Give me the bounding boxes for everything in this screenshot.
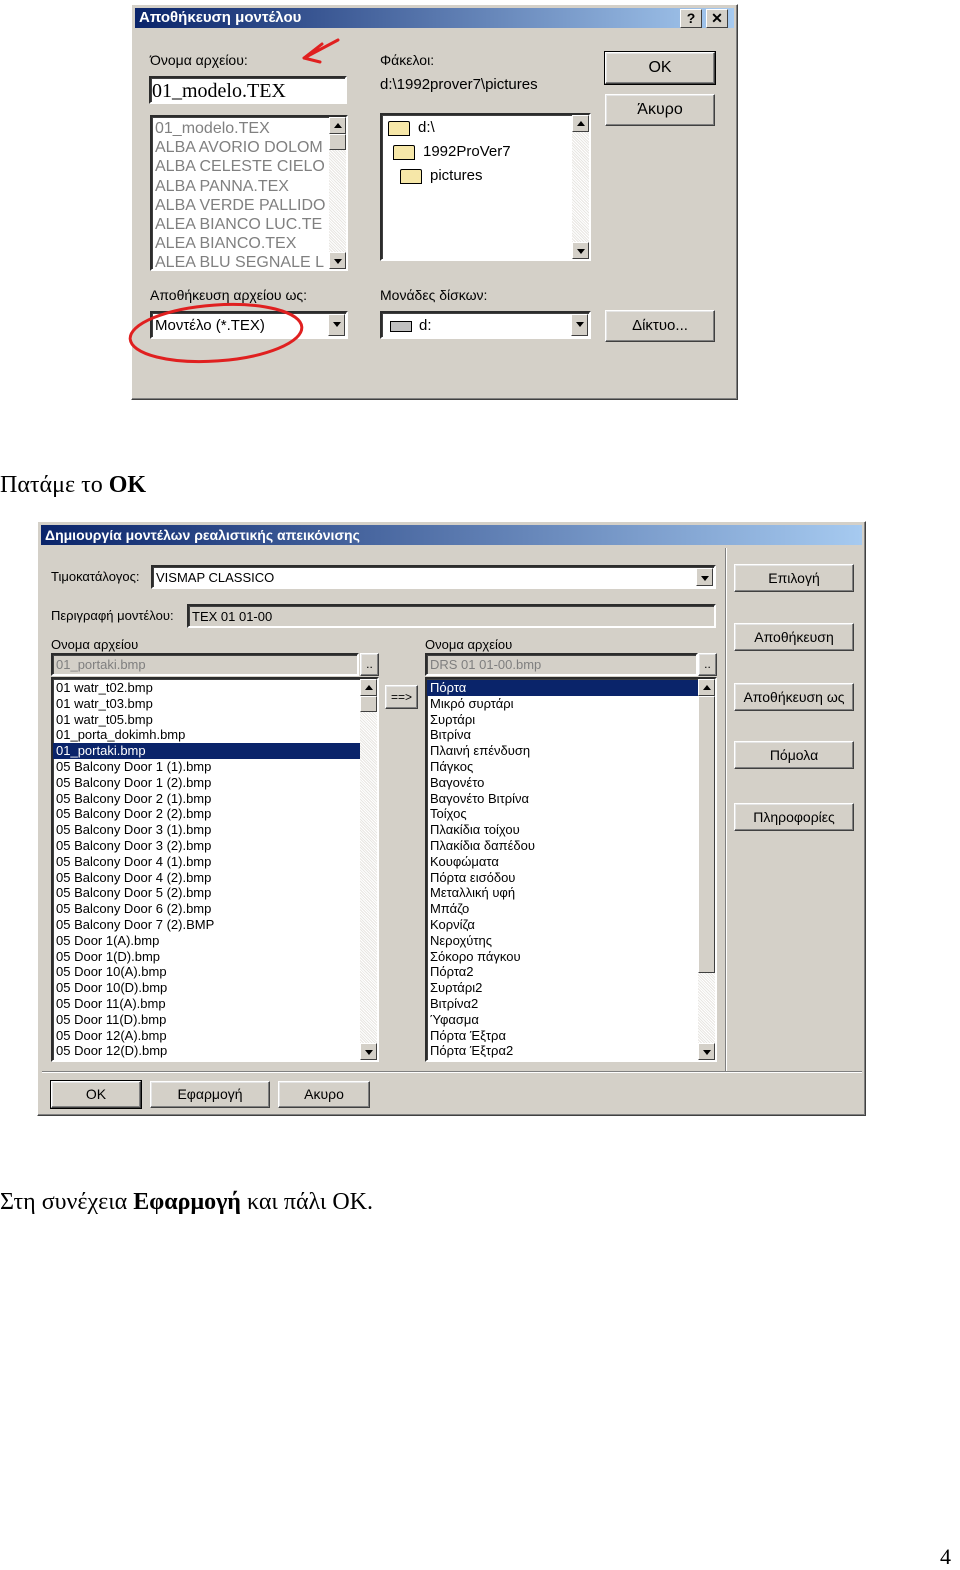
cancel-button[interactable]: Ακυρο — [278, 1081, 370, 1108]
list-item[interactable]: Πλακίδια τοίχου — [427, 822, 715, 838]
caption-text: Στη συνέχεια — [0, 1189, 134, 1215]
list-item[interactable]: 05 Door 10(D).bmp — [53, 980, 377, 996]
scroll-up-button[interactable] — [360, 679, 377, 696]
list-item[interactable]: Νεροχύτης — [427, 933, 715, 949]
left-file-list[interactable]: 01 watr_t02.bmp 01 watr_t03.bmp 01 watr_t0… — [51, 677, 379, 1062]
list-item[interactable]: 05 Balcony Door 4 (2).bmp — [53, 870, 377, 886]
caption-text: Πατάμε το — [0, 472, 109, 498]
list-item[interactable]: 05 Door 1(A).bmp — [53, 933, 377, 949]
list-item[interactable]: 05 Balcony Door 4 (1).bmp — [53, 854, 377, 870]
scroll-thumb[interactable] — [360, 696, 377, 712]
save-button[interactable]: Αποθήκευση — [734, 623, 854, 651]
list-item[interactable]: Πόρτα εισόδου — [427, 870, 715, 886]
list-item[interactable]: 01_portaki.bmp — [53, 743, 377, 759]
list-item[interactable]: Πλακίδια δαπέδου — [427, 838, 715, 854]
list-item[interactable]: Συρτάρι2 — [427, 980, 715, 996]
right-browse-button[interactable]: .. — [698, 653, 717, 676]
list-item[interactable]: Βιτρίνα — [427, 727, 715, 743]
caption-bold-text: OK — [108, 472, 147, 498]
list-item[interactable]: Βαγονέτο — [427, 775, 715, 791]
list-item[interactable]: Βιτρίνα2 — [427, 996, 715, 1012]
list-item[interactable]: Βαγονέτο Βιτρίνα — [427, 791, 715, 807]
scroll-down-button[interactable] — [698, 1043, 715, 1060]
list-item[interactable]: 05 Balcony Door 2 (2).bmp — [53, 806, 377, 822]
bottom-divider — [42, 1071, 862, 1073]
list-item[interactable]: 05 Door 12(D).bmp — [53, 1043, 377, 1059]
list-item[interactable]: 05 Balcony Door 3 (1).bmp — [53, 822, 377, 838]
dialog-title: Δημιουργία μοντέλων ρεαλιστικής απεικόνι… — [41, 525, 862, 545]
left-filename-field[interactable]: 01_portaki.bmp — [51, 653, 359, 676]
right-filename-field[interactable]: DRS 01 01-00.bmp — [425, 653, 698, 676]
list-item[interactable]: 01 watr_t05.bmp — [53, 712, 377, 728]
list-item[interactable]: Μεταλλική υφή — [427, 885, 715, 901]
list-item[interactable]: 05 Door 10(A).bmp — [53, 964, 377, 980]
list-item[interactable]: 05 Balcony Door 3 (2).bmp — [53, 838, 377, 854]
left-browse-button[interactable]: .. — [360, 653, 379, 676]
left-filename-value: 01_portaki.bmp — [56, 657, 146, 672]
apply-button[interactable]: Εφαρμογή — [150, 1081, 270, 1108]
scroll-up-button[interactable] — [698, 679, 715, 696]
info-button[interactable]: Πληροφορίες — [734, 803, 854, 831]
scroll-down-button[interactable] — [360, 1043, 377, 1060]
list-item[interactable]: Πόρτα2 — [427, 964, 715, 980]
list-item[interactable]: Πλαινή επένδυση — [427, 743, 715, 759]
right-filename-value: DRS 01 01-00.bmp — [430, 657, 542, 672]
list-item[interactable]: Πόρτα Έξτρα2 — [427, 1043, 715, 1059]
list-item[interactable]: 05 Balcony Door 2 (1).bmp — [53, 791, 377, 807]
caption-bold-text: Εφαρμογή — [133, 1189, 241, 1215]
save-as-button[interactable]: Αποθήκευση ως — [734, 683, 854, 711]
list-item[interactable]: 05 Balcony Door 7 (2).BMP — [53, 917, 377, 933]
list-item[interactable]: Πόρτα — [427, 680, 715, 696]
list-item[interactable]: Κορνίζα — [427, 917, 715, 933]
list-item[interactable]: 05 Door 11(D).bmp — [53, 1012, 377, 1028]
caption-then-apply: Στη συνέχεια Εφαρμογή και πάλι ΟΚ. — [0, 1189, 373, 1216]
description-label: Περιγραφή μοντέλου: — [51, 608, 174, 623]
right-panel-divider — [725, 548, 727, 1071]
catalog-value: VISMAP CLASSICO — [156, 570, 275, 585]
realistic-models-dialog: Δημιουργία μοντέλων ρεαλιστικής απεικόνι… — [37, 521, 866, 1116]
list-item[interactable]: Συρτάρι — [427, 712, 715, 728]
list-item[interactable]: 01 watr_t03.bmp — [53, 696, 377, 712]
select-button[interactable]: Επιλογή — [734, 564, 854, 592]
list-item[interactable]: 05 Balcony Door 1 (2).bmp — [53, 775, 377, 791]
page-number: 4 — [940, 1544, 951, 1569]
caption-text-end: και πάλι ΟΚ. — [240, 1189, 374, 1215]
list-item[interactable]: Πόρτα Έξτρα — [427, 1028, 715, 1044]
ok-button[interactable]: OK — [50, 1080, 142, 1109]
left-filename-label: Ονομα αρχείου — [51, 637, 139, 652]
list-item[interactable]: 05 Door 11(A).bmp — [53, 996, 377, 1012]
list-item[interactable]: 05 Balcony Door 5 (2).bmp — [53, 885, 377, 901]
list-item[interactable]: 05 Door 12(A).bmp — [53, 1028, 377, 1044]
model-part-list[interactable]: Πόρτα Μικρό συρτάρι Συρτάρι Βιτρίνα Πλαινή ε… — [425, 677, 717, 1062]
annotation-arrow-icon — [302, 38, 340, 64]
handles-button[interactable]: Πόμολα — [734, 741, 854, 769]
list-item[interactable]: Κουφώματα — [427, 854, 715, 870]
list-item[interactable]: Μπάζο — [427, 901, 715, 917]
scroll-thumb[interactable] — [698, 696, 715, 973]
catalog-select[interactable]: VISMAP CLASSICO — [151, 565, 716, 589]
list-item[interactable]: Ύφασμα — [427, 1012, 715, 1028]
list-item[interactable]: Πάγκος — [427, 759, 715, 775]
chevron-down-icon[interactable] — [696, 568, 713, 586]
list-item[interactable]: 05 Balcony Door 1 (1).bmp — [53, 759, 377, 775]
list-item[interactable]: Σόκορο πάγκου — [427, 949, 715, 965]
annotation-circle — [128, 302, 304, 364]
list-item[interactable]: 05 Door 1(D).bmp — [53, 949, 377, 965]
list-item[interactable]: 01_porta_dokimh.bmp — [53, 727, 377, 743]
annotation-overlay — [128, 38, 340, 364]
description-field[interactable]: TEX 01 01-00 — [187, 604, 716, 628]
description-value: TEX 01 01-00 — [192, 609, 273, 624]
list-item[interactable]: Τοίχος — [427, 806, 715, 822]
catalog-label: Τιμοκατάλογος: — [51, 569, 140, 584]
list-item[interactable]: 05 Balcony Door 6 (2).bmp — [53, 901, 377, 917]
right-filename-label: Ονομα αρχείου — [425, 637, 513, 652]
list-item[interactable]: 01 watr_t02.bmp — [53, 680, 377, 696]
caption-press-ok: Πατάμε το OK — [0, 472, 146, 499]
assign-arrow-button[interactable]: ==> — [385, 685, 418, 709]
list-item[interactable]: Μικρό συρτάρι — [427, 696, 715, 712]
